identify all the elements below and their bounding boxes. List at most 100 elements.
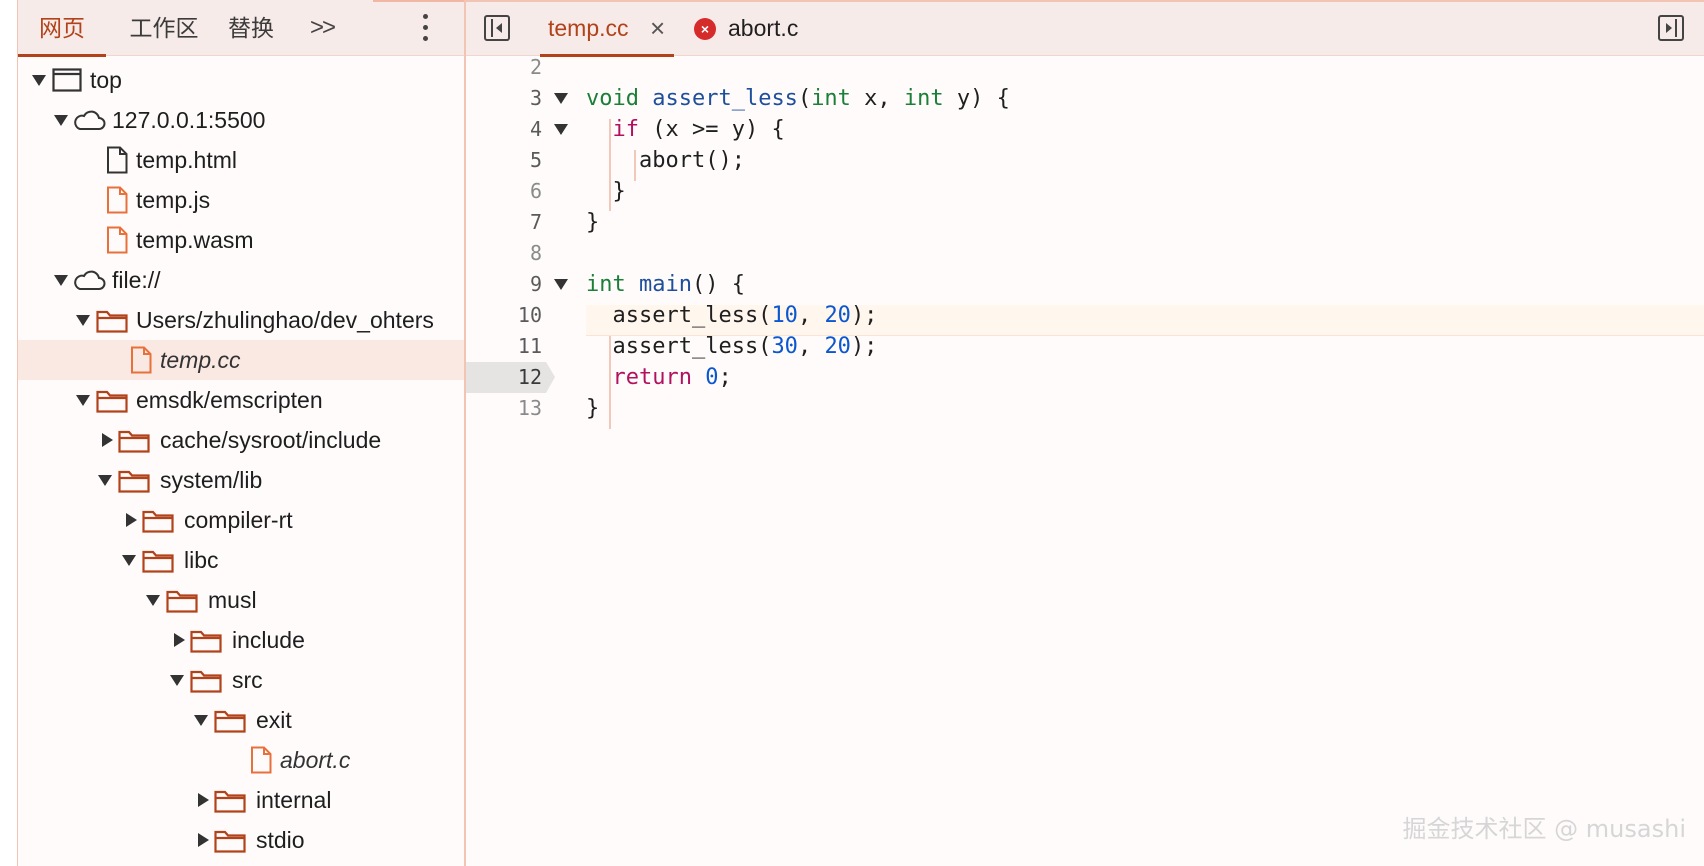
collapsed-arrow-icon[interactable] [196,793,210,807]
tab-overrides[interactable]: 替换 [216,0,286,56]
line-number[interactable]: 6 [466,176,542,207]
collapsed-arrow-icon[interactable] [124,513,138,527]
watermark: 掘金技术社区 @ musashi [1402,815,1686,843]
code-line[interactable]: 7 } [466,207,1704,238]
fold-arrow-icon[interactable] [554,93,568,104]
tree-item-folder[interactable]: src [18,660,464,700]
collapsed-arrow-icon[interactable] [100,433,114,447]
tree-item-folder[interactable]: internal [18,780,464,820]
tree-item-folder[interactable]: system/lib [18,460,464,500]
source-editor: temp.cc × × abort.c 2 3 void assert_less… [466,0,1704,866]
tree-item-folder[interactable]: emsdk/emscripten [18,380,464,420]
expanded-arrow-icon[interactable] [122,553,136,567]
current-code-line[interactable]: 12 return 0; [466,362,1704,393]
editor-tab-temp-cc[interactable]: temp.cc × [540,0,674,57]
fold-arrow-icon[interactable] [554,279,568,290]
error-icon: × [694,18,716,40]
tree-item-folder[interactable]: compiler-rt [18,500,464,540]
tree-item-label: musl [208,587,257,613]
tree-item-label: include [232,627,305,653]
code-line[interactable]: 3 void assert_less(int x, int y) { [466,83,1704,114]
expanded-arrow-icon[interactable] [98,473,112,487]
double-chevron-right-icon[interactable]: >> [310,0,336,56]
line-number[interactable]: 5 [466,145,542,176]
navigator-tab-bar: 网页 工作区 替换 >> [18,0,464,57]
line-number[interactable]: 11 [466,331,542,362]
tab-workspace[interactable]: 工作区 [114,0,214,56]
tree-item-label: compiler-rt [184,507,293,533]
code-text: void assert_less(int x, int y) { [586,86,1010,111]
tree-item-label: 127.0.0.1:5500 [112,107,266,133]
tree-item-file[interactable]: temp.wasm [18,220,464,260]
code-text: return 0; [612,365,732,390]
code-line[interactable]: 10 assert_less(10, 20); [466,300,1704,331]
code-text: assert_less(10, 20); [586,303,878,328]
tree-item-folder[interactable]: musl [18,580,464,620]
editor-tab-label: abort.c [728,15,799,41]
expanded-arrow-icon[interactable] [54,113,68,127]
line-number[interactable]: 4 [466,114,542,145]
expanded-arrow-icon[interactable] [76,313,90,327]
code-line[interactable]: 11 assert_less(30, 20); [466,331,1704,362]
line-number[interactable]: 13 [466,393,542,424]
expanded-arrow-icon[interactable] [76,393,90,407]
tree-item-label: temp.cc [160,347,241,373]
code-area[interactable]: 2 3 void assert_less(int x, int y) { 4 i… [466,55,1704,866]
line-number[interactable]: 9 [466,269,542,300]
tree-item-folder[interactable]: stdio [18,820,464,860]
tree-item-label: abort.c [280,747,351,773]
line-number[interactable]: 10 [466,300,542,331]
line-number[interactable]: 7 [466,207,542,238]
expanded-arrow-icon[interactable] [194,713,208,727]
tab-page[interactable]: 网页 [18,0,106,57]
folder-icon [214,790,246,813]
code-line[interactable]: 13 } [466,393,1704,424]
tree-item-label: temp.html [136,147,237,173]
active-tab-indicator [18,54,106,57]
tree-item-file[interactable]: temp.js [18,180,464,220]
line-number[interactable]: 2 [466,52,542,83]
expanded-arrow-icon[interactable] [170,673,184,687]
kebab-menu-icon[interactable] [423,14,429,42]
tree-item-label: stdio [256,827,305,853]
code-line[interactable]: 4 if (x >= y) { [466,114,1704,145]
tree-item-file-selected[interactable]: temp.cc [18,340,464,380]
code-line[interactable]: 6 } [466,176,1704,207]
expanded-arrow-icon[interactable] [146,593,160,607]
tree-item-origin[interactable]: 127.0.0.1:5500 [18,100,464,140]
tree-item-label: top [90,67,122,93]
expanded-arrow-icon[interactable] [54,273,68,287]
folder-icon [142,550,174,573]
line-number[interactable]: 3 [466,83,542,114]
tree-item-folder[interactable]: exit [18,700,464,740]
code-text: if (x >= y) { [612,117,785,142]
code-line[interactable]: 5 abort(); [466,145,1704,176]
close-icon[interactable]: × [650,0,665,56]
code-text: } [586,210,600,235]
tree-item-top[interactable]: top [18,60,464,100]
code-line[interactable]: 9 int main() { [466,269,1704,300]
tree-item-label: src [232,667,263,693]
line-number[interactable]: 12 [466,362,542,393]
fold-arrow-icon[interactable] [554,124,568,135]
code-text: } [586,179,626,204]
collapsed-arrow-icon[interactable] [196,833,210,847]
tree-item-label: temp.wasm [136,227,254,253]
tree-item-origin[interactable]: file:// [18,260,464,300]
code-line[interactable]: 2 [466,52,1704,83]
line-number[interactable]: 8 [466,238,542,269]
tree-item-folder[interactable]: Users/zhulinghao/dev_ohters [18,300,464,340]
tree-item-folder[interactable]: include [18,620,464,660]
toggle-navigator-icon[interactable] [484,15,510,41]
tree-item-file[interactable]: temp.html [18,140,464,180]
folder-icon [96,310,128,333]
tree-item-label: internal [256,787,332,813]
tree-item-folder[interactable]: libc [18,540,464,580]
tree-item-file[interactable]: abort.c [18,740,464,780]
code-line[interactable]: 8 [466,238,1704,269]
toggle-debugger-icon[interactable] [1658,15,1684,41]
collapsed-arrow-icon[interactable] [172,633,186,647]
tree-item-folder[interactable]: cache/sysroot/include [18,420,464,460]
expanded-arrow-icon[interactable] [32,73,46,87]
editor-tab-abort-c[interactable]: abort.c [728,0,798,56]
